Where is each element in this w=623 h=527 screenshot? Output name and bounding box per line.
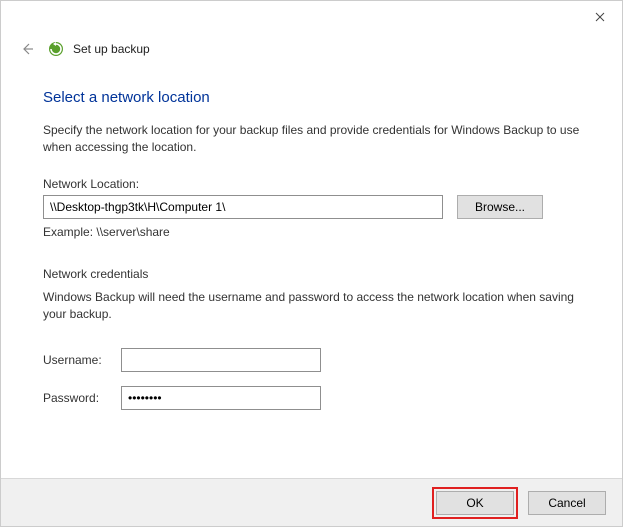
setup-backup-window: Set up backup Select a network location … — [0, 0, 623, 527]
username-label: Username: — [43, 353, 121, 367]
network-location-example: Example: \\server\share — [43, 225, 580, 239]
network-location-row: Browse... — [43, 195, 580, 219]
network-location-label: Network Location: — [43, 177, 580, 191]
titlebar — [1, 1, 622, 33]
password-row: Password: — [43, 386, 580, 410]
credentials-heading: Network credentials — [43, 267, 580, 281]
wizard-header: Set up backup — [1, 33, 622, 73]
close-button[interactable] — [586, 7, 614, 27]
password-input[interactable] — [121, 386, 321, 410]
credentials-help-text: Windows Backup will need the username an… — [43, 289, 580, 324]
wizard-title: Set up backup — [73, 42, 150, 56]
ok-button[interactable]: OK — [436, 491, 514, 515]
page-heading: Select a network location — [43, 89, 580, 106]
network-location-input[interactable] — [43, 195, 443, 219]
back-button[interactable] — [17, 39, 37, 59]
dialog-footer: OK Cancel — [1, 478, 622, 526]
username-input[interactable] — [121, 348, 321, 372]
back-arrow-icon — [20, 42, 34, 56]
close-icon — [595, 12, 605, 22]
intro-text: Specify the network location for your ba… — [43, 122, 580, 157]
cancel-button[interactable]: Cancel — [528, 491, 606, 515]
username-row: Username: — [43, 348, 580, 372]
ok-highlight: OK — [432, 487, 518, 519]
backup-icon — [47, 40, 65, 58]
browse-button[interactable]: Browse... — [457, 195, 543, 219]
content-area: Select a network location Specify the ne… — [1, 73, 622, 410]
password-label: Password: — [43, 391, 121, 405]
